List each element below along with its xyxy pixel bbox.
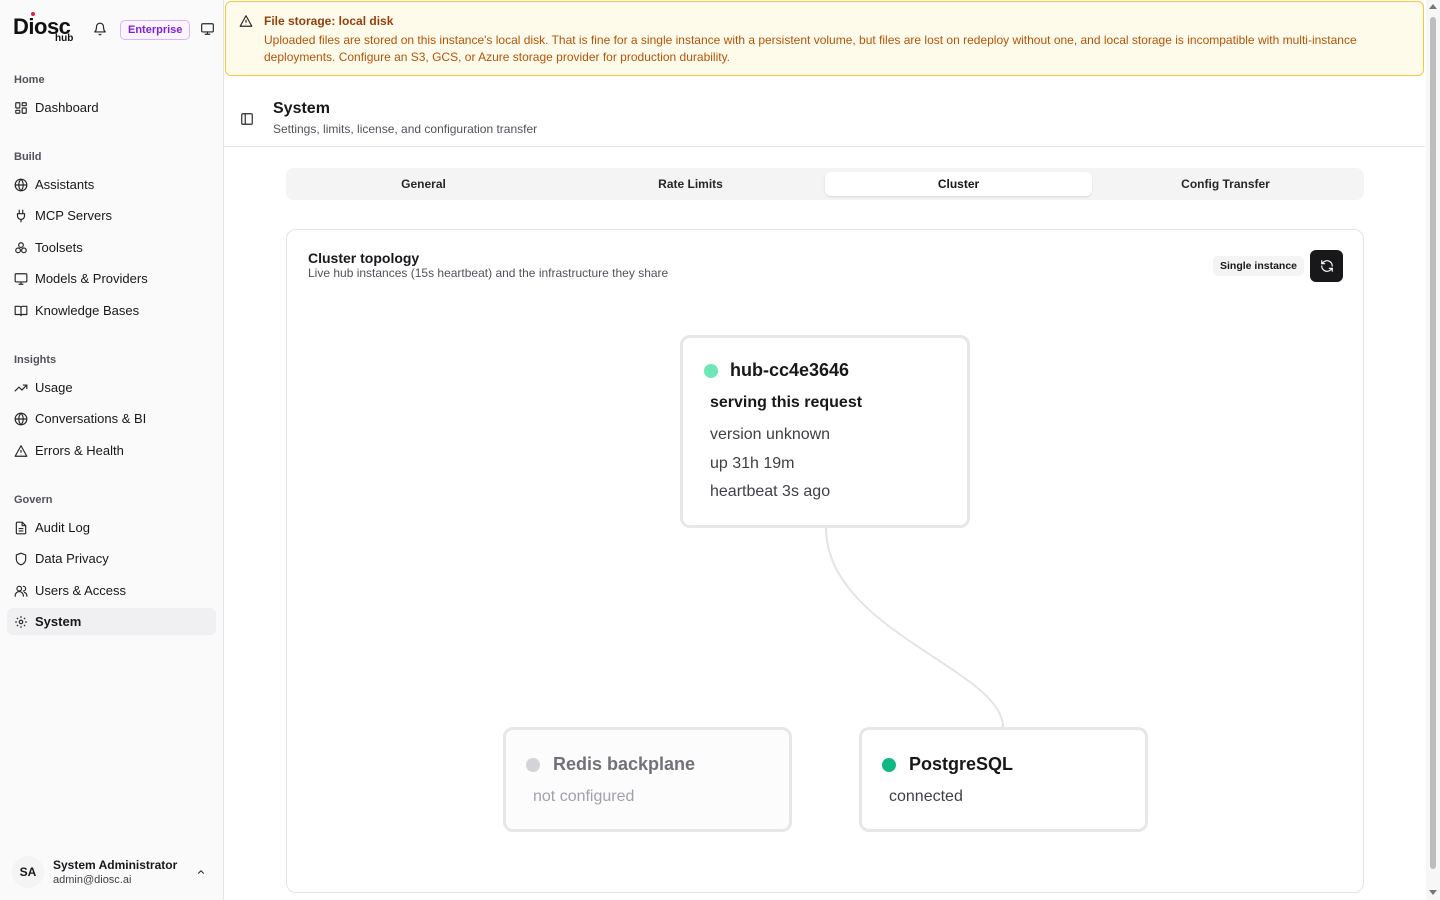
tab-general[interactable]: General <box>290 172 557 196</box>
display-icon[interactable] <box>200 22 215 36</box>
postgres-status-dot <box>882 758 896 772</box>
bell-icon[interactable] <box>93 22 107 36</box>
nav-group-home: Home <box>14 74 45 86</box>
hub-to-postgres-edge <box>825 527 1004 728</box>
chat-globe-icon <box>14 412 28 425</box>
sidebar-item-assistants[interactable]: Assistants <box>7 171 216 198</box>
tab-config-transfer[interactable]: Config Transfer <box>1092 172 1359 196</box>
book-icon <box>14 305 28 316</box>
boxes-icon <box>15 241 27 253</box>
sidebar-item-label: MCP Servers <box>35 208 113 223</box>
avatar: SA <box>12 856 44 888</box>
user-info: System Administrator admin@diosc.ai <box>53 858 177 886</box>
cluster-topology-card: Cluster topology Live hub instances (15s… <box>286 229 1364 893</box>
hub-name: hub-cc4e3646 <box>730 360 850 380</box>
scroll-down-arrow[interactable] <box>1429 890 1437 895</box>
sidebar: Diosc hub Enterprise Home Dashboard Buil… <box>0 0 224 900</box>
sidebar-item-system[interactable]: System <box>7 608 216 635</box>
sidebar-item-label: Toolsets <box>35 240 83 255</box>
nav-group-build: Build <box>14 151 42 163</box>
gear-icon <box>15 615 27 628</box>
warning-icon <box>239 15 253 27</box>
sidebar-item-data-privacy[interactable]: Data Privacy <box>7 545 216 572</box>
scroll-thumb[interactable] <box>1430 17 1436 869</box>
shield-icon <box>15 552 27 565</box>
sidebar-item-label: Models & Providers <box>35 271 148 286</box>
redis-name: Redis backplane <box>553 754 696 774</box>
sidebar-item-label: System <box>35 614 82 629</box>
user-name: System Administrator <box>53 858 178 872</box>
sidebar-item-users-access[interactable]: Users & Access <box>7 577 216 604</box>
sidebar-item-label: Users & Access <box>35 583 127 598</box>
users-icon <box>14 585 28 597</box>
sidebar-item-label: Errors & Health <box>35 443 124 458</box>
sidebar-item-label: Conversations & BI <box>35 411 147 426</box>
sidebar-item-label: Audit Log <box>35 520 90 535</box>
tab-cluster[interactable]: Cluster <box>825 172 1092 196</box>
sidebar-item-conversations-bi[interactable]: Conversations & BI <box>7 405 216 432</box>
hub-heartbeat: heartbeat 3s ago <box>710 483 831 500</box>
sidebar-item-toolsets[interactable]: Toolsets <box>7 234 216 261</box>
page-subtitle: Settings, limits, license, and configura… <box>273 122 538 136</box>
hub-status-dot <box>704 364 718 378</box>
sidebar-item-errors-health[interactable]: Errors & Health <box>7 437 216 464</box>
postgres-node[interactable]: PostgreSQL connected <box>859 727 1148 832</box>
postgres-name: PostgreSQL <box>909 754 1014 774</box>
page-scrollbar[interactable] <box>1426 0 1440 900</box>
sidebar-item-label: Knowledge Bases <box>35 303 140 318</box>
sidebar-item-label: Data Privacy <box>35 551 109 566</box>
document-icon <box>15 521 27 534</box>
chevron-up-icon <box>197 870 205 874</box>
storage-warning-banner: File storage: local disk Uploaded files … <box>225 1 1424 76</box>
redis-status-dot <box>526 758 540 772</box>
dashboard-icon <box>15 101 27 114</box>
redis-status: not configured <box>533 788 635 805</box>
plan-badge: Enterprise <box>120 20 191 40</box>
scroll-up-arrow[interactable] <box>1429 4 1437 9</box>
header-divider <box>224 146 1425 147</box>
hub-uptime: up 31h 19m <box>710 455 795 472</box>
sidebar-item-models-providers[interactable]: Models & Providers <box>7 265 216 292</box>
hub-role: serving this request <box>710 394 863 411</box>
sidebar-item-label: Assistants <box>35 177 95 192</box>
sidebar-item-knowledge-bases[interactable]: Knowledge Bases <box>7 297 216 324</box>
sidebar-item-dashboard[interactable]: Dashboard <box>7 94 216 121</box>
sidebar-item-label: Dashboard <box>35 100 99 115</box>
hub-node[interactable]: hub-cc4e3646 serving this request versio… <box>680 335 970 528</box>
logo-dot <box>31 12 35 16</box>
brand-header: Diosc hub Enterprise <box>13 12 215 46</box>
alert-body: Uploaded files are stored on this instan… <box>264 33 1357 64</box>
system-tabs: General Rate Limits Cluster Config Trans… <box>286 168 1364 200</box>
monitor-icon <box>14 272 28 285</box>
sidebar-item-label: Usage <box>35 380 73 395</box>
logo-subtext: hub <box>55 33 74 44</box>
globe-icon <box>14 178 28 191</box>
warning-icon <box>14 444 28 457</box>
sidebar-item-audit-log[interactable]: Audit Log <box>7 514 216 541</box>
hub-version: version unknown <box>710 426 831 443</box>
nav-group-insights: Insights <box>14 354 57 366</box>
page-title: System <box>273 100 330 117</box>
plug-icon <box>16 209 26 222</box>
tab-rate-limits[interactable]: Rate Limits <box>557 172 824 196</box>
topology-connector <box>825 527 1004 728</box>
user-menu[interactable]: SA System Administrator admin@diosc.ai <box>8 852 216 892</box>
trending-up-icon <box>14 384 28 391</box>
sidebar-item-mcp-servers[interactable]: MCP Servers <box>7 202 216 229</box>
alert-title: File storage: local disk <box>264 14 394 28</box>
sidebar-toggle-icon[interactable] <box>240 112 254 126</box>
nav-group-govern: Govern <box>14 494 53 506</box>
redis-node[interactable]: Redis backplane not configured <box>503 727 792 832</box>
user-email: admin@diosc.ai <box>53 874 132 886</box>
postgres-status: connected <box>889 788 963 805</box>
sidebar-item-usage[interactable]: Usage <box>7 374 216 401</box>
